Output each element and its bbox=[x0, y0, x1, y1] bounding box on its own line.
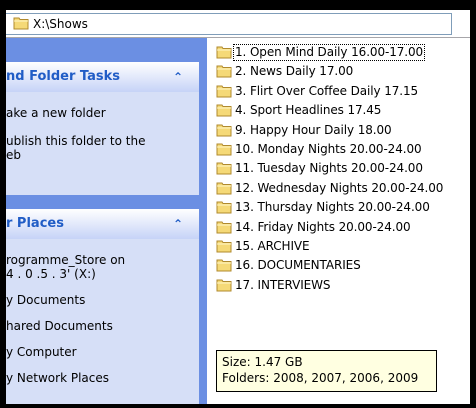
folder-icon bbox=[216, 161, 232, 178]
folder-name: 1. Open Mind Daily 16.00-17.00 bbox=[233, 44, 426, 61]
other-places-header[interactable]: r Places ⌃ bbox=[6, 209, 199, 239]
folder-icon bbox=[216, 278, 232, 295]
folder-list: 1. Open Mind Daily 16.00-17.00 2. News Da… bbox=[207, 38, 470, 404]
address-path: X:\Shows bbox=[33, 17, 88, 31]
folder-icon bbox=[216, 181, 232, 198]
place-my-documents[interactable]: y Documents bbox=[6, 293, 85, 307]
explorer-window: X:\Shows nd Folder Tasks ⌃ ake a new fol… bbox=[6, 10, 470, 404]
place-my-network-places[interactable]: y Network Places bbox=[6, 371, 109, 385]
folder-icon bbox=[216, 103, 232, 120]
folder-name: 11. Tuesday Nights 20.00-24.00 bbox=[235, 161, 423, 175]
file-folder-tasks-panel: nd Folder Tasks ⌃ ake a new folder ublis… bbox=[6, 62, 199, 195]
folder-name: 15. ARCHIVE bbox=[235, 239, 310, 253]
panel-title: r Places bbox=[6, 216, 64, 231]
folder-name: 4. Sport Headlines 17.45 bbox=[235, 103, 382, 117]
folder-info-tooltip: Size: 1.47 GB Folders: 2008, 2007, 2006,… bbox=[216, 350, 437, 392]
folder-icon bbox=[13, 16, 29, 33]
folder-name: 9. Happy Hour Daily 18.00 bbox=[235, 123, 392, 137]
folder-icon bbox=[216, 123, 232, 140]
task-make-new-folder[interactable]: ake a new folder bbox=[6, 106, 106, 120]
folder-name: 2. News Daily 17.00 bbox=[235, 64, 354, 78]
address-field[interactable]: X:\Shows bbox=[6, 13, 452, 35]
folder-icon bbox=[216, 220, 232, 237]
folder-name: 10. Monday Nights 20.00-24.00 bbox=[235, 142, 422, 156]
task-pane: nd Folder Tasks ⌃ ake a new folder ublis… bbox=[6, 38, 207, 404]
tooltip-size: Size: 1.47 GB bbox=[222, 355, 303, 369]
address-bar: X:\Shows bbox=[6, 10, 470, 38]
folder-name: 12. Wednesday Nights 20.00-24.00 bbox=[235, 181, 444, 195]
folder-icon bbox=[216, 258, 232, 275]
task-publish-folder[interactable]: ublish this folder to the eb bbox=[6, 134, 145, 162]
folder-name: 16. DOCUMENTARIES bbox=[235, 258, 361, 272]
collapse-chevron-icon[interactable]: ⌃ bbox=[169, 68, 187, 86]
folder-icon bbox=[216, 45, 232, 62]
folder-name: 3. Flirt Over Coffee Daily 17.15 bbox=[235, 84, 419, 98]
collapse-chevron-icon[interactable]: ⌃ bbox=[169, 215, 187, 233]
folder-icon bbox=[216, 142, 232, 159]
place-my-computer[interactable]: y Computer bbox=[6, 345, 77, 359]
other-places-panel: r Places ⌃ rogramme_Store on 4 . 0 .5 . … bbox=[6, 209, 199, 404]
place-programme-store[interactable]: rogramme_Store on 4 . 0 .5 . 3' (X:) bbox=[6, 253, 125, 281]
folder-icon bbox=[216, 64, 232, 81]
file-folder-tasks-header[interactable]: nd Folder Tasks ⌃ bbox=[6, 62, 199, 92]
folder-name: 14. Friday Nights 20.00-24.00 bbox=[235, 220, 411, 234]
folder-name: 13. Thursday Nights 20.00-24.00 bbox=[235, 200, 430, 214]
tooltip-folders: Folders: 2008, 2007, 2006, 2009 bbox=[222, 371, 419, 385]
place-shared-documents[interactable]: hared Documents bbox=[6, 319, 113, 333]
folder-icon bbox=[216, 84, 232, 101]
panel-title: nd Folder Tasks bbox=[6, 69, 120, 84]
folder-name: 17. INTERVIEWS bbox=[235, 278, 331, 292]
folder-icon bbox=[216, 200, 232, 217]
folder-icon bbox=[216, 239, 232, 256]
